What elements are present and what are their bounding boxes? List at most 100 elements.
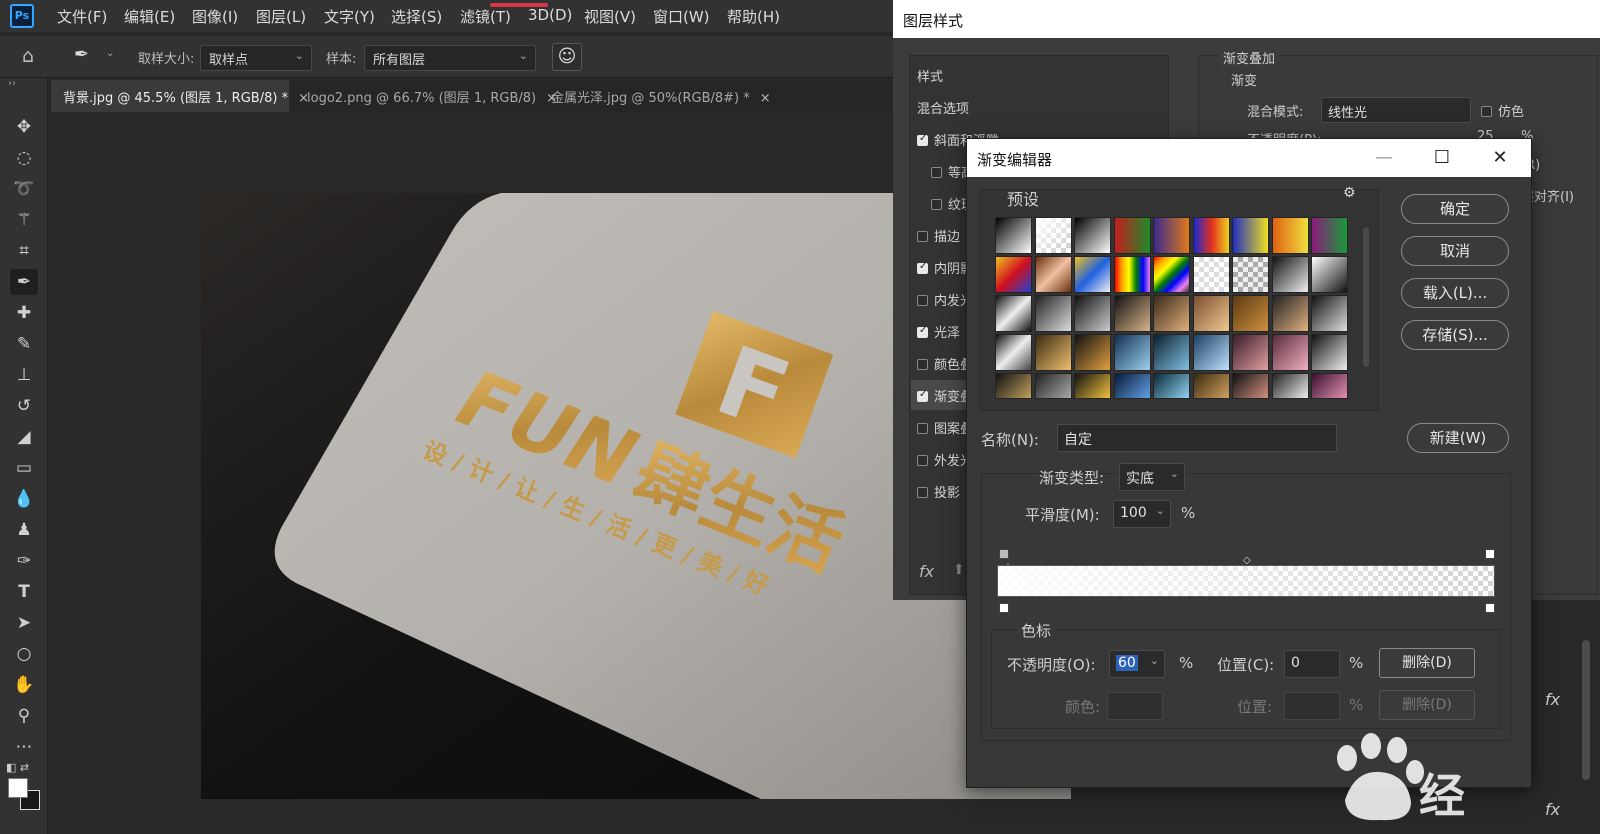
gradient-preset-swatch[interactable] (1192, 256, 1230, 293)
gradient-preset-swatch[interactable] (1074, 256, 1111, 293)
color-stop-right[interactable] (1485, 603, 1495, 613)
delete-opacity-stop-button[interactable]: 删除(D) (1379, 648, 1475, 678)
history-brush-tool-icon[interactable]: ↺ (10, 393, 38, 419)
close-icon[interactable]: ✕ (1471, 139, 1529, 177)
gradient-preset-swatch[interactable] (1113, 373, 1151, 399)
color-location-field[interactable] (1284, 692, 1340, 720)
gradient-preset-swatch[interactable] (1153, 295, 1190, 332)
gradient-preset-swatch[interactable] (1192, 373, 1230, 399)
blur-tool-icon[interactable]: 💧 (10, 486, 38, 512)
delete-color-stop-button[interactable]: 删除(D) (1379, 690, 1475, 720)
tab-logo2-png[interactable]: logo2.png @ 66.7% (图层 1, RGB/8) × (295, 80, 557, 112)
pen-tool-icon[interactable]: ✑ (10, 548, 38, 574)
healing-brush-tool-icon[interactable]: ✚ (10, 300, 38, 326)
smoothness-field[interactable]: 100 ⌄ (1113, 500, 1171, 528)
gradient-preset-swatch[interactable] (995, 334, 1032, 371)
gradient-preset-swatch[interactable] (1074, 295, 1111, 332)
menu-file[interactable]: 文件(F) (57, 6, 107, 27)
tab-metal-gloss-jpg[interactable]: 金属光泽.jpg @ 50%(RGB/8#) * × (539, 80, 771, 112)
style-checkbox[interactable] (931, 167, 942, 178)
sample-select[interactable]: 所有图层 ⌄ (364, 45, 536, 71)
style-checkbox[interactable] (917, 231, 928, 242)
gradient-tool-icon[interactable]: ▭ (10, 455, 38, 481)
magic-wand-tool-icon[interactable]: ⚚ (10, 207, 38, 233)
dither-checkbox[interactable]: 仿色 (1481, 101, 1524, 120)
gradient-preset-swatch[interactable] (1153, 373, 1190, 399)
gradient-preset-swatch[interactable] (1311, 334, 1348, 371)
style-item[interactable]: 混合选项 (911, 92, 1171, 122)
fx-icon[interactable]: fx (1545, 690, 1560, 709)
gradient-preset-swatch[interactable] (1034, 217, 1072, 254)
brush-tool-icon[interactable]: ✎ (10, 331, 38, 357)
menu-window[interactable]: 窗口(W) (653, 6, 710, 27)
gradient-preset-swatch[interactable] (1192, 217, 1230, 254)
default-colors-icon[interactable]: ◧ ⇄ (6, 761, 29, 774)
gradient-preset-swatch[interactable] (1271, 373, 1309, 399)
gear-icon[interactable]: ⚙ (1343, 185, 1356, 201)
blend-mode-select[interactable]: 线性光 (1321, 97, 1471, 123)
more-tools-icon[interactable]: ⋯ (10, 734, 38, 760)
gradient-preset-swatch[interactable] (1311, 217, 1348, 254)
gradient-preset-swatch[interactable] (1113, 334, 1151, 371)
eraser-tool-icon[interactable]: ◢ (10, 424, 38, 450)
gradient-preview-bar[interactable] (997, 565, 1495, 597)
gradient-type-select[interactable]: 实底 ⌄ (1119, 463, 1185, 491)
style-checkbox[interactable] (917, 325, 928, 338)
chevron-down-icon[interactable]: ⌄ (106, 48, 114, 59)
gradient-preset-swatch[interactable] (1113, 295, 1151, 332)
gradient-preset-swatch[interactable] (1271, 334, 1309, 371)
style-checkbox[interactable] (917, 423, 928, 434)
stop-location-field[interactable]: 0 (1284, 650, 1340, 678)
close-icon[interactable]: × (760, 91, 771, 106)
gradient-preset-swatch[interactable] (995, 217, 1032, 254)
menu-filter[interactable]: 滤镜(T) (460, 6, 511, 27)
gradient-preset-swatch[interactable] (995, 256, 1032, 293)
gradient-preset-swatch[interactable] (1034, 295, 1072, 332)
style-checkbox[interactable] (917, 455, 928, 466)
gradient-preset-swatch[interactable] (1232, 334, 1269, 371)
menu-help[interactable]: 帮助(H) (727, 6, 780, 27)
gradient-preset-swatch[interactable] (1192, 295, 1230, 332)
gradient-preset-swatch[interactable] (995, 373, 1032, 399)
menu-edit[interactable]: 编辑(E) (124, 6, 175, 27)
name-field[interactable]: 自定 (1057, 424, 1337, 452)
foreground-color-swatch[interactable] (8, 778, 28, 798)
load-button[interactable]: 载入(L)... (1401, 278, 1509, 308)
home-icon[interactable]: ⌂ (22, 45, 34, 67)
gradient-preset-swatch[interactable] (995, 295, 1032, 332)
crop-tool-icon[interactable]: ⌗ (10, 238, 38, 264)
lasso-tool-icon[interactable]: ➰ (10, 176, 38, 202)
presets-scrollbar[interactable] (1363, 227, 1369, 367)
menu-image[interactable]: 图像(I) (192, 6, 238, 27)
gradient-preset-swatch[interactable] (1034, 334, 1072, 371)
gradient-preset-swatch[interactable] (1232, 373, 1269, 399)
gradient-preset-swatch[interactable] (1311, 373, 1348, 399)
hand-tool-icon[interactable]: ✋ (10, 672, 38, 698)
gradient-preset-swatch[interactable] (1232, 295, 1269, 332)
style-checkbox[interactable] (917, 133, 928, 146)
gradient-preset-swatch[interactable] (1271, 295, 1309, 332)
opacity-stop-left-selected[interactable] (999, 549, 1009, 559)
opacity-stop-right[interactable] (1485, 549, 1495, 559)
sample-ring-icon[interactable]: ☺ (552, 43, 582, 71)
arrow-up-icon[interactable]: ⬆ (953, 562, 965, 578)
zoom-tool-icon[interactable]: ⚲ (10, 703, 38, 729)
gradient-preset-swatch[interactable] (1074, 373, 1111, 399)
eyedropper-tool-icon[interactable]: ✒ (74, 44, 89, 65)
fx-icon[interactable]: fx (1545, 800, 1560, 819)
tab-background-jpg[interactable]: 背景.jpg @ 45.5% (图层 1, RGB/8) * × (51, 80, 309, 112)
cancel-button[interactable]: 取消 (1401, 236, 1509, 266)
move-tool-icon[interactable]: ✥ (10, 114, 38, 140)
gradient-preset-swatch[interactable] (1153, 334, 1190, 371)
gradient-preset-swatch[interactable] (1113, 217, 1151, 254)
eyedropper-tool-icon[interactable]: ✒ (10, 269, 38, 295)
layers-scrollbar[interactable] (1582, 640, 1590, 780)
marquee-tool-icon[interactable]: ◌ (10, 145, 38, 171)
gradient-preset-swatch[interactable] (1192, 334, 1230, 371)
gradient-preset-swatch[interactable] (1074, 334, 1111, 371)
minimize-icon[interactable]: — (1355, 139, 1413, 177)
gradient-preset-swatch[interactable] (1074, 217, 1111, 254)
style-checkbox[interactable] (917, 295, 928, 306)
style-checkbox[interactable] (917, 261, 928, 274)
stamp-tool-icon[interactable]: ⊥ (10, 362, 38, 388)
